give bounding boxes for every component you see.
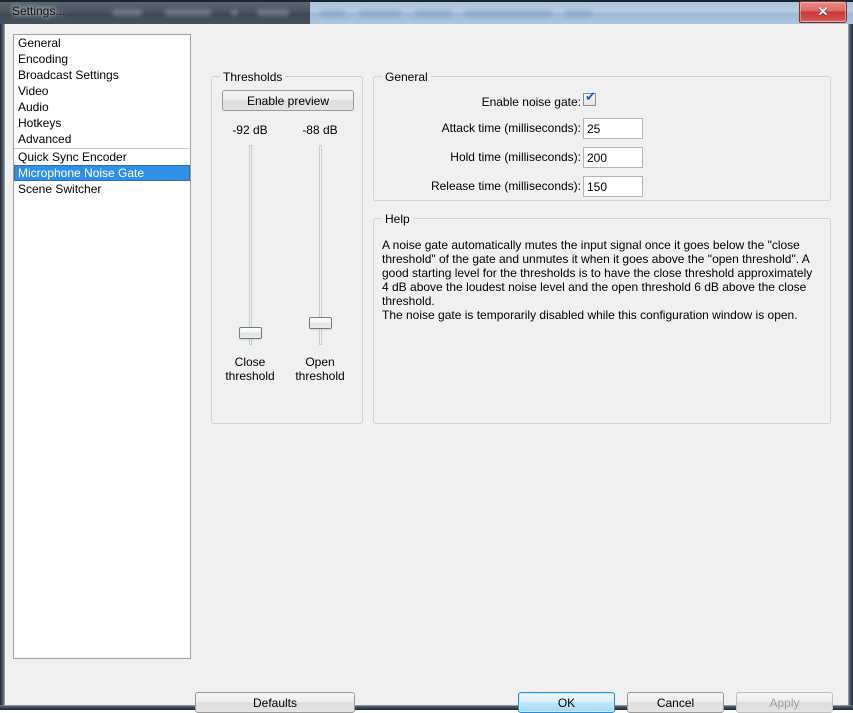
sidebar-item-hotkeys[interactable]: Hotkeys bbox=[14, 115, 190, 131]
release-time-row: Release time (milliseconds): bbox=[374, 176, 830, 198]
background-ghost-text bbox=[564, 10, 592, 17]
thresholds-group: Thresholds Enable preview -92 dB -88 dB … bbox=[211, 70, 363, 424]
hold-time-row: Hold time (milliseconds): bbox=[374, 147, 830, 169]
open-threshold-caption: Open threshold bbox=[290, 355, 350, 383]
close-threshold-slider[interactable] bbox=[220, 145, 280, 345]
background-ghost-text bbox=[414, 10, 452, 17]
hold-time-label: Hold time (milliseconds): bbox=[450, 150, 581, 164]
window-frame-right bbox=[849, 24, 853, 710]
attack-time-label: Attack time (milliseconds): bbox=[441, 121, 581, 135]
settings-window: Settings... ✕ General Encoding Broadcast… bbox=[0, 0, 853, 713]
release-time-input[interactable] bbox=[583, 176, 643, 197]
close-button[interactable]: ✕ bbox=[799, 1, 847, 23]
checkmark-icon: ✔ bbox=[585, 90, 596, 105]
sidebar-item-advanced[interactable]: Advanced bbox=[14, 131, 190, 147]
background-ghost-text bbox=[464, 10, 552, 17]
sidebar-item-broadcast-settings[interactable]: Broadcast Settings bbox=[14, 67, 190, 83]
general-group: General Enable noise gate: ✔ Attack time… bbox=[373, 70, 831, 201]
background-ghost-text bbox=[231, 9, 238, 16]
help-group-title: Help bbox=[382, 212, 413, 226]
close-threshold-slider-groove bbox=[249, 145, 252, 345]
close-threshold-slider-thumb[interactable] bbox=[239, 327, 262, 339]
help-paragraph-1: A noise gate automatically mutes the inp… bbox=[382, 238, 813, 308]
sidebar-item-scene-switcher[interactable]: Scene Switcher bbox=[14, 181, 190, 197]
close-threshold-caption-line2: threshold bbox=[225, 369, 275, 383]
window-title: Settings... bbox=[12, 4, 66, 18]
open-threshold-caption-line2: threshold bbox=[295, 369, 345, 383]
enable-noise-gate-label: Enable noise gate: bbox=[481, 95, 581, 109]
open-threshold-slider-thumb[interactable] bbox=[309, 317, 332, 329]
sidebar-item-microphone-noise-gate[interactable]: Microphone Noise Gate bbox=[14, 165, 190, 181]
sidebar-item-quick-sync-encoder[interactable]: Quick Sync Encoder bbox=[14, 148, 190, 165]
dialog-client-area: General Encoding Broadcast Settings Vide… bbox=[4, 24, 849, 713]
attack-time-row: Attack time (milliseconds): bbox=[374, 118, 830, 140]
background-ghost-text bbox=[358, 10, 402, 17]
help-group: Help A noise gate automatically mutes th… bbox=[373, 212, 831, 424]
enable-preview-button[interactable]: Enable preview bbox=[222, 90, 354, 111]
enable-noise-gate-row: Enable noise gate: ✔ bbox=[374, 90, 830, 114]
sidebar-item-video[interactable]: Video bbox=[14, 83, 190, 99]
background-ghost-text bbox=[320, 10, 346, 17]
open-threshold-slider[interactable] bbox=[290, 145, 350, 345]
background-ghost-text bbox=[165, 9, 211, 16]
close-icon: ✕ bbox=[817, 4, 829, 19]
background-ghost-text bbox=[112, 9, 142, 16]
close-threshold-caption-line1: Close bbox=[234, 355, 266, 369]
release-time-label: Release time (milliseconds): bbox=[430, 179, 581, 193]
open-threshold-caption-line1: Open bbox=[305, 355, 335, 369]
close-threshold-caption: Close threshold bbox=[220, 355, 280, 383]
enable-noise-gate-checkbox[interactable]: ✔ bbox=[583, 90, 596, 106]
general-group-title: General bbox=[382, 70, 431, 84]
sidebar-item-general[interactable]: General bbox=[14, 35, 190, 51]
thresholds-group-title: Thresholds bbox=[220, 70, 286, 84]
settings-category-list[interactable]: General Encoding Broadcast Settings Vide… bbox=[13, 34, 191, 659]
close-threshold-db-value: -92 dB bbox=[232, 123, 268, 137]
sidebar-item-encoding[interactable]: Encoding bbox=[14, 51, 190, 67]
open-threshold-slider-groove bbox=[319, 145, 322, 345]
sidebar-item-audio[interactable]: Audio bbox=[14, 99, 190, 115]
attack-time-input[interactable] bbox=[583, 118, 643, 139]
title-bar: Settings... ✕ bbox=[0, 0, 853, 24]
open-threshold-db-value: -88 dB bbox=[302, 123, 338, 137]
background-ghost-text bbox=[257, 9, 289, 16]
hold-time-input[interactable] bbox=[583, 147, 643, 168]
help-paragraph-2: The noise gate is temporarily disabled w… bbox=[382, 308, 798, 322]
